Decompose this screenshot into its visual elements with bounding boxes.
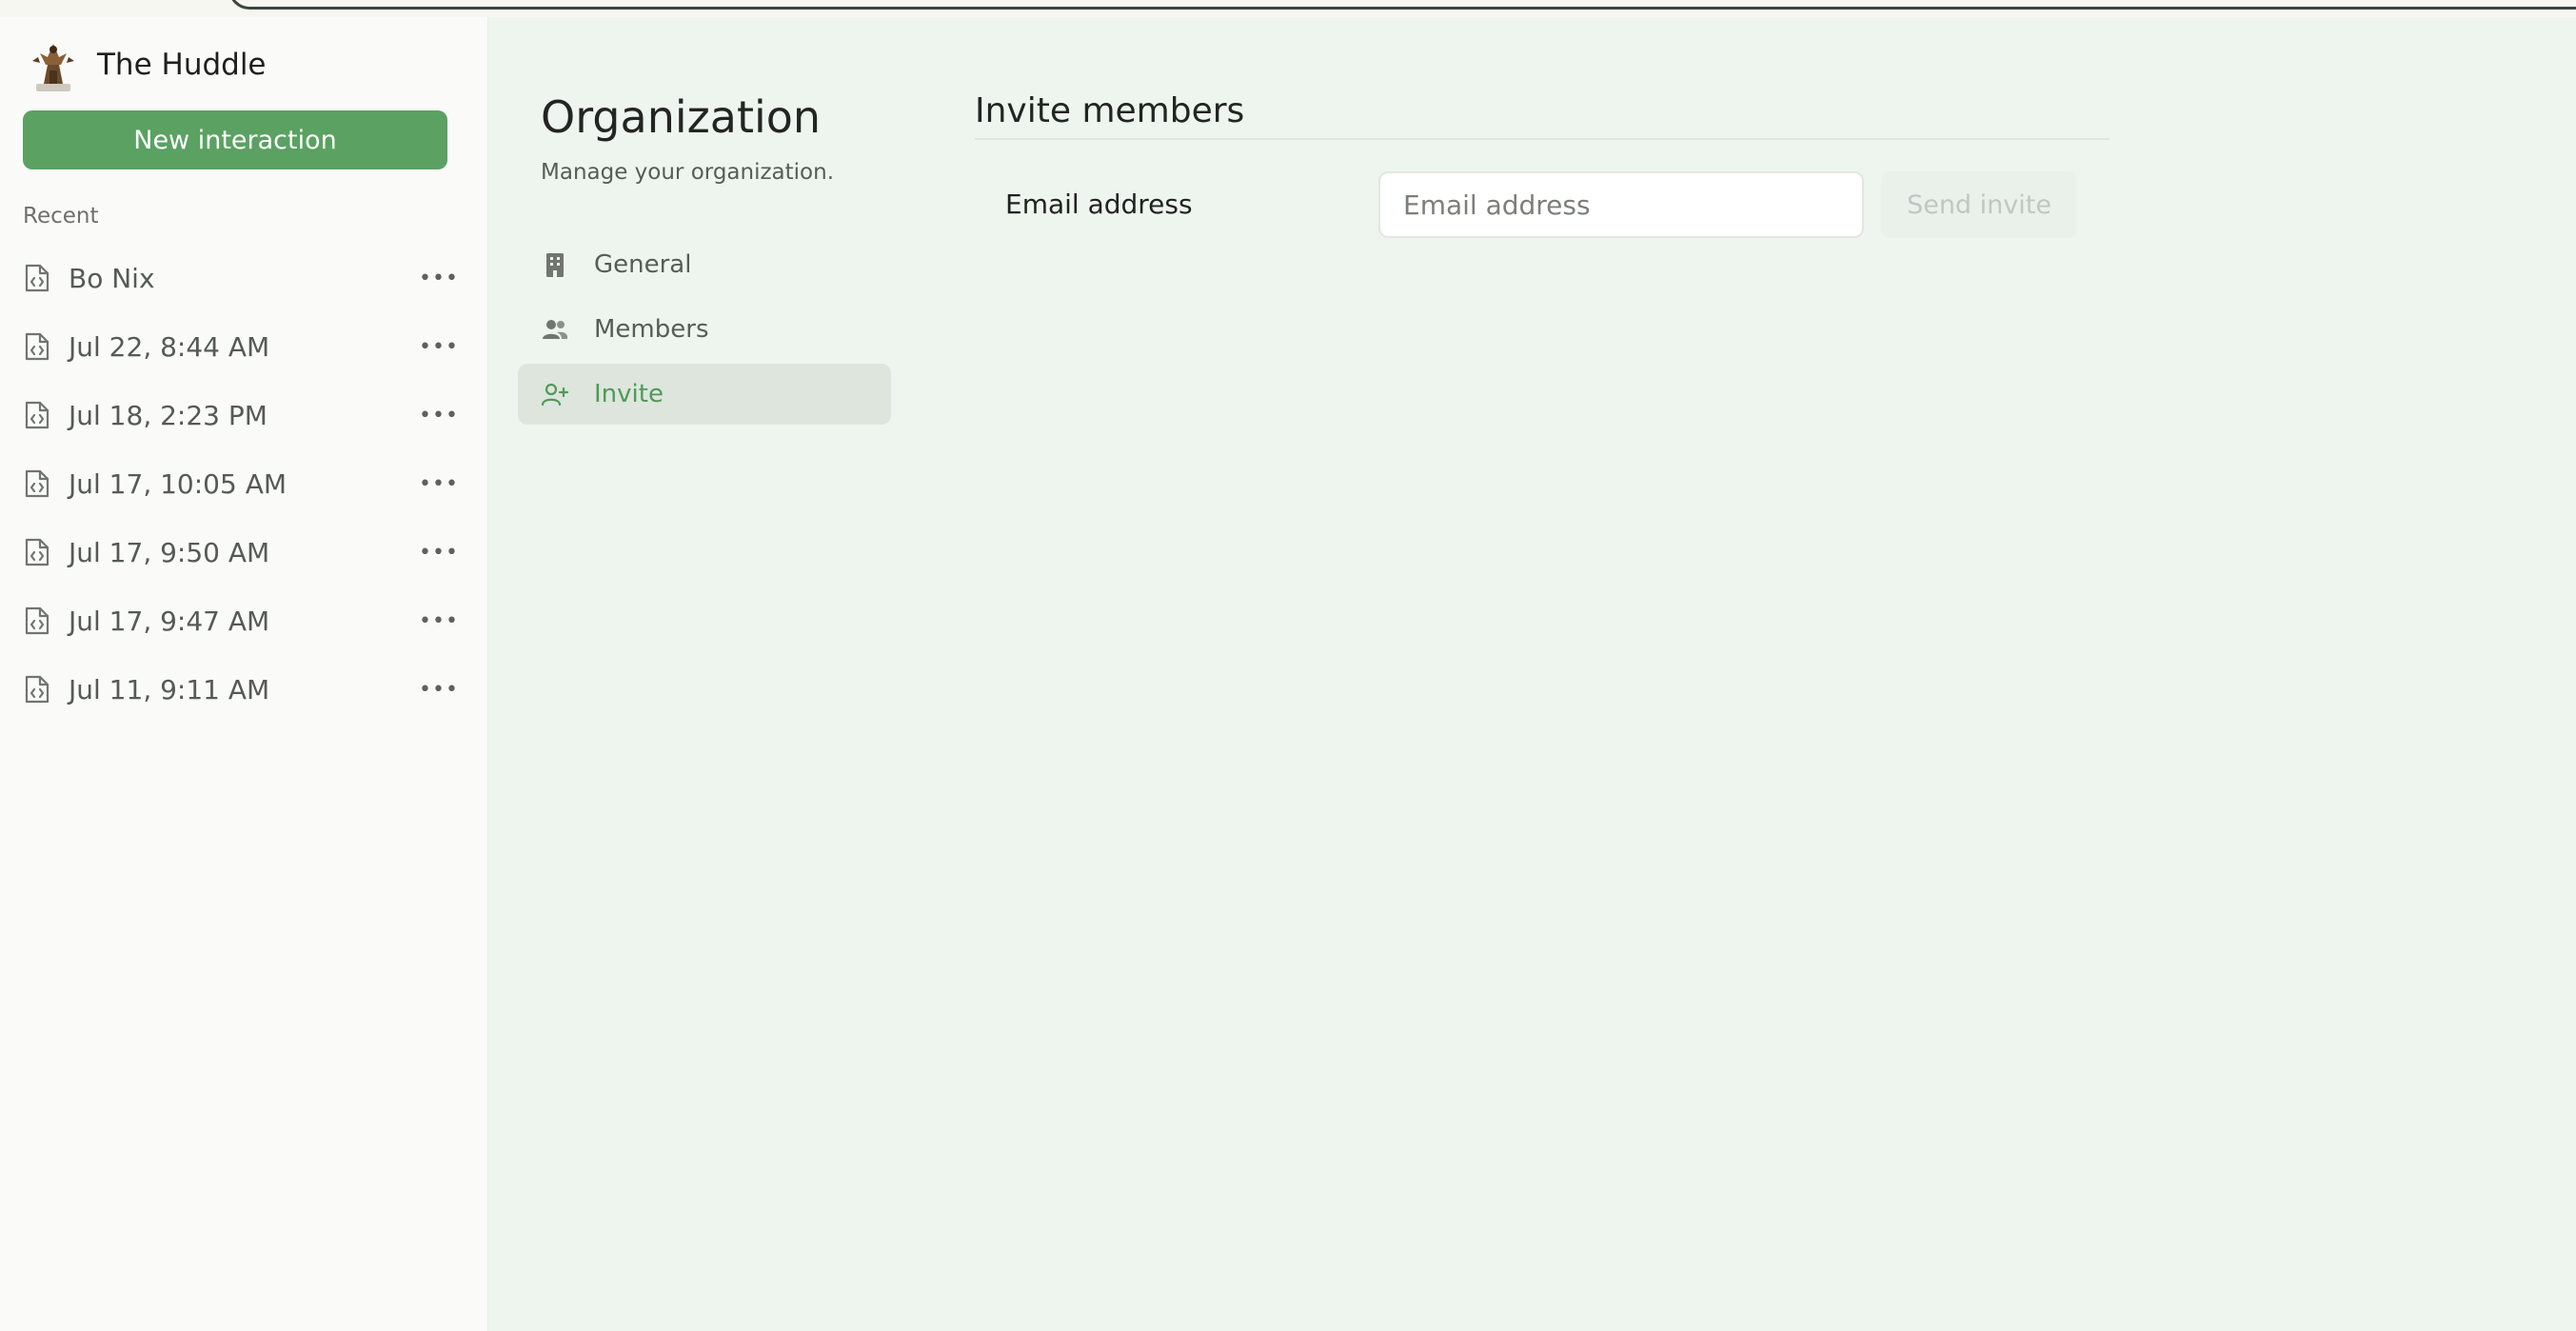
more-horizontal-icon[interactable]: ••• [419, 469, 458, 498]
recent-item-label: Jul 11, 9:11 AM [69, 673, 270, 705]
recent-item-label: Jul 22, 8:44 AM [69, 330, 270, 363]
section-divider [975, 138, 2110, 140]
recent-item[interactable]: Jul 17, 9:50 AM ••• [0, 518, 487, 586]
file-code-icon [25, 264, 50, 292]
recent-list: Bo Nix ••• Jul 22, 8:44 AM ••• Jul 18, 2… [0, 244, 487, 724]
nav-item-label: General [594, 250, 692, 279]
file-code-icon [25, 332, 50, 361]
new-interaction-button[interactable]: New interaction [23, 110, 447, 169]
recent-item-label: Jul 17, 10:05 AM [69, 467, 287, 500]
file-code-icon [25, 401, 50, 429]
recent-item[interactable]: Bo Nix ••• [0, 244, 487, 312]
recent-item[interactable]: Jul 22, 8:44 AM ••• [0, 312, 487, 381]
recent-item[interactable]: Jul 18, 2:23 PM ••• [0, 381, 487, 449]
nav-item-members[interactable]: Members [518, 299, 891, 360]
brand[interactable]: The Huddle [29, 36, 267, 93]
recent-item-label: Jul 17, 9:47 AM [69, 605, 270, 637]
nav-item-invite[interactable]: Invite [518, 364, 891, 425]
recent-item-label: Jul 18, 2:23 PM [69, 399, 268, 431]
recent-item[interactable]: Jul 17, 10:05 AM ••• [0, 449, 487, 518]
brand-name: The Huddle [97, 48, 267, 82]
more-horizontal-icon[interactable]: ••• [419, 401, 458, 429]
page-subtitle: Manage your organization. [541, 160, 835, 185]
file-code-icon [25, 538, 50, 566]
recent-item[interactable]: Jul 17, 9:47 AM ••• [0, 586, 487, 655]
email-field[interactable] [1378, 171, 1864, 238]
recent-section-label: Recent [23, 204, 99, 228]
page-title: Organization [541, 91, 822, 143]
file-code-icon [25, 469, 50, 498]
nav-item-label: Invite [594, 380, 664, 408]
recent-item-label: Jul 17, 9:50 AM [69, 536, 270, 568]
huddle-logo-icon [32, 44, 74, 91]
browser-frame [228, 0, 2576, 10]
section-title: Invite members [975, 91, 1245, 130]
recent-item-label: Bo Nix [69, 262, 155, 294]
more-horizontal-icon[interactable]: ••• [419, 332, 458, 361]
top-bar [0, 0, 2576, 17]
file-code-icon [25, 606, 50, 635]
more-horizontal-icon[interactable]: ••• [419, 606, 458, 635]
nav-item-label: Members [594, 315, 709, 344]
user-plus-icon [541, 383, 569, 407]
sidebar: The Huddle New interaction Recent Bo Nix… [0, 17, 488, 1331]
more-horizontal-icon[interactable]: ••• [419, 264, 458, 292]
nav-item-general[interactable]: General [518, 234, 891, 295]
more-horizontal-icon[interactable]: ••• [419, 538, 458, 566]
app-window: The Huddle New interaction Recent Bo Nix… [0, 0, 2576, 1331]
more-horizontal-icon[interactable]: ••• [419, 675, 458, 704]
settings-nav: General Members Invite [518, 234, 891, 428]
email-field-label: Email address [1005, 189, 1193, 220]
recent-item[interactable]: Jul 11, 9:11 AM ••• [0, 655, 487, 724]
send-invite-button[interactable]: Send invite [1881, 171, 2077, 238]
file-code-icon [25, 675, 50, 704]
building-icon [546, 253, 564, 277]
users-icon [543, 320, 568, 339]
